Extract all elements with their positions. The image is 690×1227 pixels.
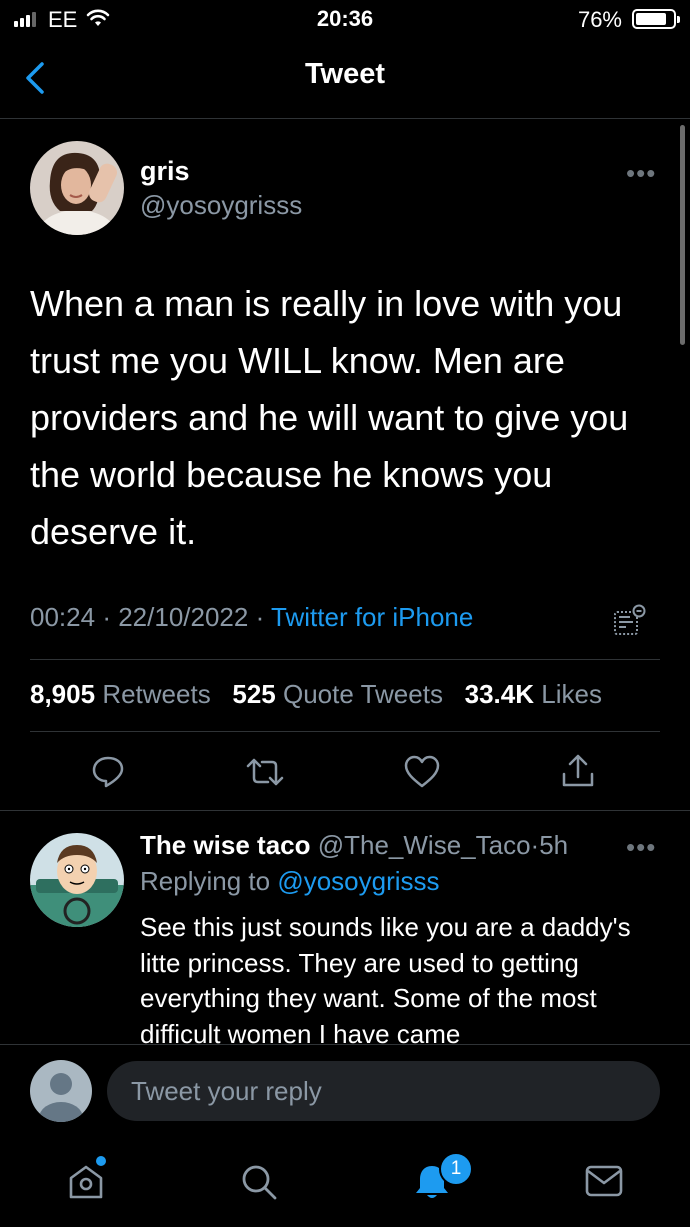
tweet-stats: 8,905 Retweets 525 Quote Tweets 33.4K Li… xyxy=(30,679,602,710)
tweet-date: 22/10/2022 xyxy=(118,602,249,632)
author-handle[interactable]: @yosoygrisss xyxy=(140,190,302,221)
notifications-badge: 1 xyxy=(439,1152,473,1186)
reply-more-options-icon[interactable]: ••• xyxy=(626,832,656,863)
tweet-source-link[interactable]: Twitter for iPhone xyxy=(271,602,473,632)
home-icon[interactable] xyxy=(66,1162,106,1202)
replying-to: Replying to @yosoygrisss xyxy=(140,866,440,896)
replying-to-mention[interactable]: @yosoygrisss xyxy=(277,866,439,896)
meta-separator: · xyxy=(255,602,265,632)
retweets-stat[interactable]: 8,905 Retweets xyxy=(30,679,211,709)
tweet-time: 00:24 xyxy=(30,602,96,632)
page-title: Tweet xyxy=(304,58,386,90)
author-name[interactable]: gris xyxy=(140,156,190,187)
share-icon[interactable] xyxy=(560,752,596,790)
scrollbar[interactable] xyxy=(680,125,685,345)
author-avatar[interactable] xyxy=(30,141,124,235)
reply-icon[interactable] xyxy=(90,754,126,790)
reply-author-name[interactable]: The wise taco xyxy=(140,830,311,860)
meta-separator: · xyxy=(530,830,540,860)
reply-input[interactable] xyxy=(107,1061,660,1121)
messages-envelope-icon[interactable] xyxy=(584,1163,624,1199)
divider xyxy=(30,731,660,732)
meta-separator: · xyxy=(102,602,111,632)
retweet-icon[interactable] xyxy=(245,754,285,790)
battery-percent: 76% xyxy=(577,7,622,32)
reply-header: The wise taco @The_Wise_Taco·5h xyxy=(140,830,568,861)
reply-author-avatar[interactable] xyxy=(30,833,124,927)
tweet-analytics-icon[interactable] xyxy=(612,603,648,637)
reply-age: 5h xyxy=(539,830,569,860)
tweet-text: When a man is really in love with you tr… xyxy=(30,283,629,552)
like-heart-icon[interactable] xyxy=(403,754,441,790)
header-divider xyxy=(0,118,690,119)
status-bar: EE 20:36 76% xyxy=(0,0,690,40)
divider xyxy=(30,659,660,660)
tweet-meta: 00:24 · 22/10/2022 · Twitter for iPhone xyxy=(30,602,473,633)
divider xyxy=(0,810,690,811)
more-options-icon[interactable]: ••• xyxy=(626,158,656,189)
battery-icon xyxy=(632,9,680,29)
home-new-indicator xyxy=(96,1156,106,1166)
reply-text: See this just sounds like you are a dadd… xyxy=(140,912,631,1045)
reply-author-handle[interactable]: @The_Wise_Taco xyxy=(318,830,531,860)
user-avatar[interactable] xyxy=(30,1060,92,1122)
quote-tweets-stat[interactable]: 525 Quote Tweets xyxy=(232,679,443,709)
likes-stat[interactable]: 33.4K Likes xyxy=(465,679,602,709)
search-icon[interactable] xyxy=(239,1162,279,1202)
